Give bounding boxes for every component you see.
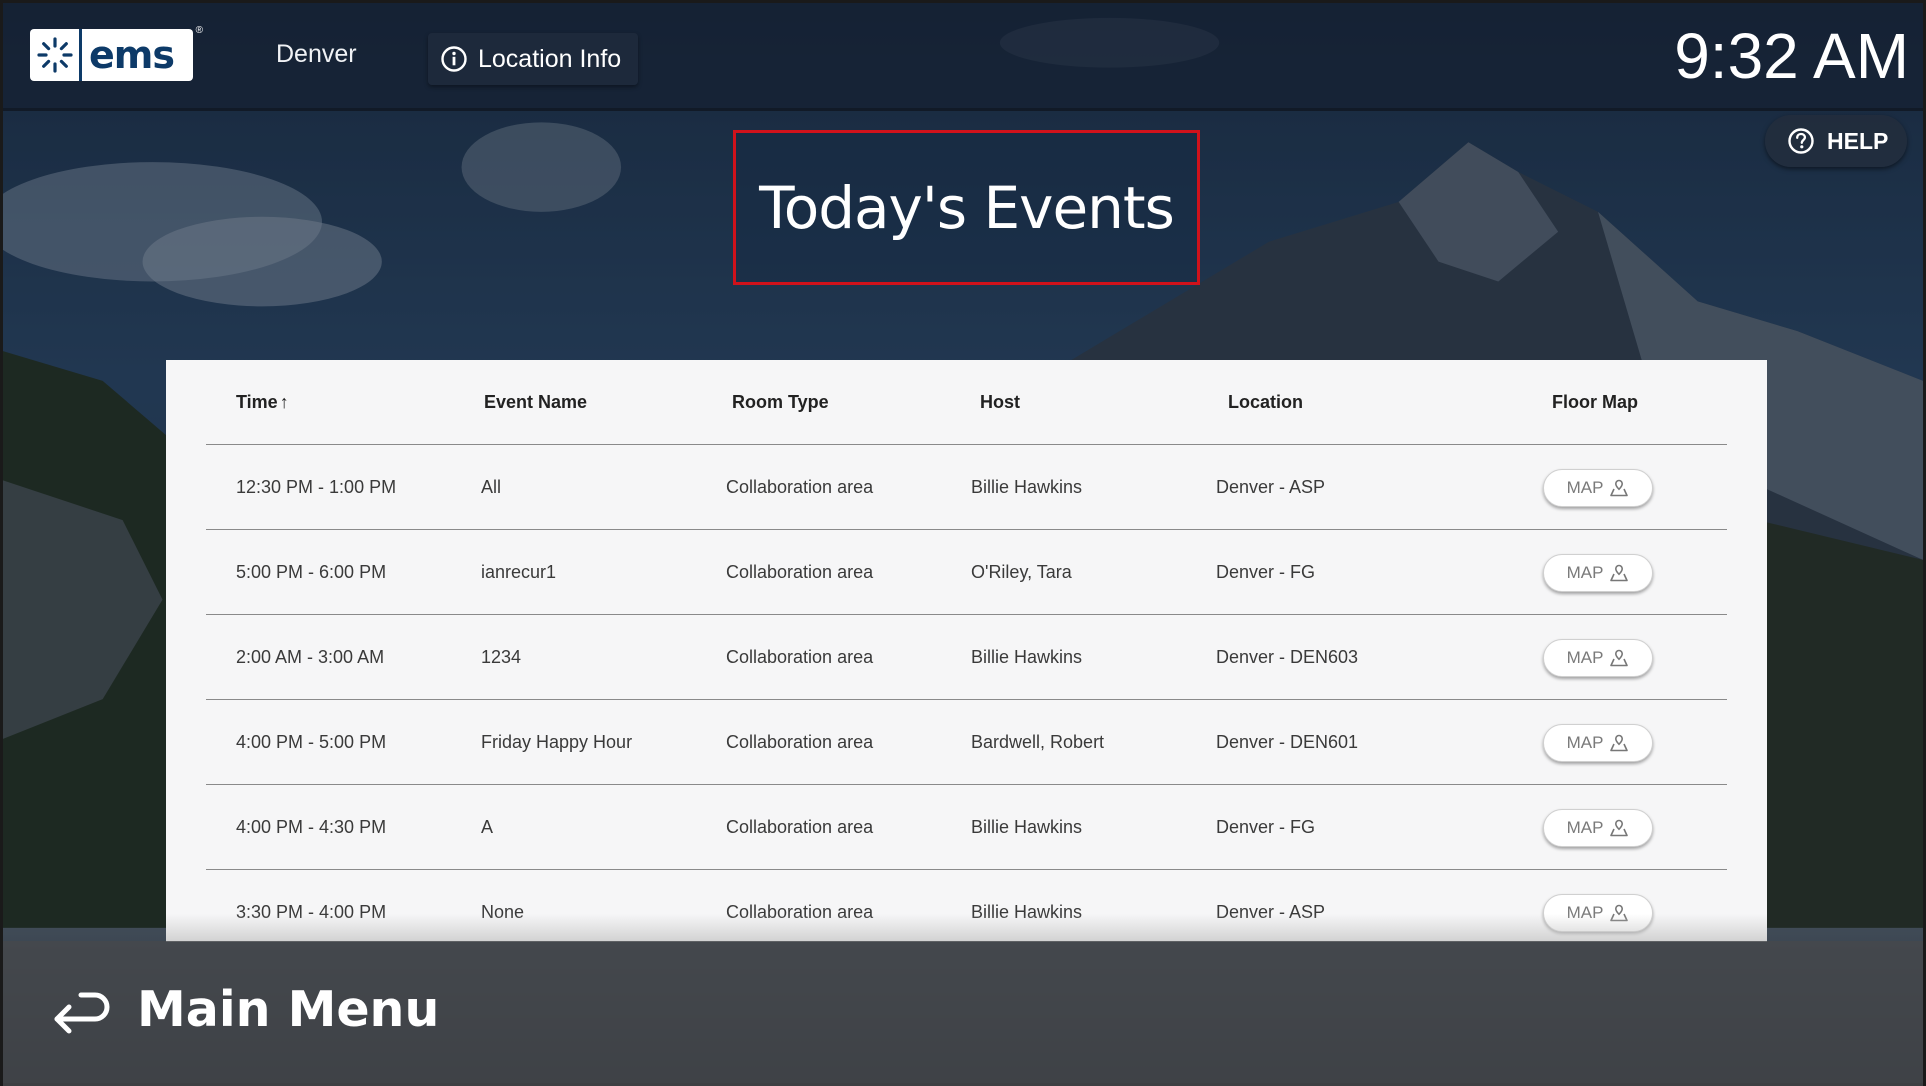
top-bar: ems ® Denver Location Info 9:32 AM — [3, 3, 1923, 111]
cell-time: 4:00 PM - 4:30 PM — [236, 817, 387, 837]
column-header-event-name: Event Name — [484, 392, 588, 412]
events-table: Time ↑ Event Name Room Type Host Location… — [166, 360, 1767, 942]
sort-arrow-icon: ↑ — [279, 392, 289, 412]
help-button[interactable]: HELP — [1765, 115, 1907, 167]
cell-location: Denver - FG — [1216, 562, 1316, 582]
cell-time: 5:00 PM - 6:00 PM — [236, 562, 387, 582]
cell-room-type: Collaboration area — [726, 647, 874, 667]
map-icon — [1610, 479, 1629, 497]
info-icon — [441, 46, 467, 72]
help-icon — [1788, 128, 1814, 154]
cell-host: Billie Hawkins — [971, 647, 1083, 667]
cell-room-type: Collaboration area — [726, 817, 874, 837]
map-button-label: MAP — [1566, 818, 1604, 837]
cell-event-name: Friday Happy Hour — [481, 732, 633, 752]
map-icon — [1610, 649, 1629, 667]
cell-host: Bardwell, Robert — [971, 732, 1105, 752]
map-button-label: MAP — [1566, 563, 1604, 582]
cell-location: Denver - ASP — [1216, 477, 1326, 497]
map-icon — [1610, 734, 1629, 752]
cell-event-name: A — [481, 817, 494, 837]
cell-room-type: Collaboration area — [726, 477, 874, 497]
column-header-location: Location — [1228, 392, 1303, 412]
map-icon — [1610, 564, 1629, 582]
cell-time: 4:00 PM - 5:00 PM — [236, 732, 387, 752]
cell-time: 12:30 PM - 1:00 PM — [236, 477, 397, 497]
table-row: 12:30 PM - 1:00 PM All Collaboration are… — [206, 445, 1727, 530]
map-icon — [1610, 819, 1629, 837]
table-header: Time ↑ Event Name Room Type Host Location… — [206, 360, 1727, 445]
ems-logo: ems ® — [30, 25, 203, 81]
location-info-label: Location Info — [478, 44, 622, 73]
cell-host: O'Riley, Tara — [971, 562, 1072, 582]
ems-logo-icon — [30, 29, 82, 81]
cell-host: Billie Hawkins — [971, 477, 1083, 497]
clock: 9:32 AM — [1674, 20, 1909, 92]
column-header-time[interactable]: Time ↑ — [236, 392, 289, 413]
logo-wordmark: ems — [89, 33, 175, 77]
map-button-label: MAP — [1566, 648, 1604, 667]
column-header-time-label: Time — [236, 392, 278, 412]
cell-event-name: ianrecur1 — [481, 562, 557, 582]
scroll-fade — [166, 914, 1767, 942]
cell-room-type: Collaboration area — [726, 562, 874, 582]
cell-host: Billie Hawkins — [971, 817, 1083, 837]
return-arrow-icon — [54, 992, 110, 1033]
map-button[interactable]: MAP — [1543, 639, 1653, 677]
page-title: Today's Events — [759, 173, 1175, 242]
map-button[interactable]: MAP — [1543, 809, 1653, 847]
cell-event-name: All — [481, 477, 502, 497]
cell-room-type: Collaboration area — [726, 732, 874, 752]
bottom-bar: Main Menu — [3, 941, 1923, 1086]
main-menu-label: Main Menu — [137, 981, 440, 1038]
map-button[interactable]: MAP — [1543, 554, 1653, 592]
cell-location: Denver - FG — [1216, 817, 1316, 837]
column-header-room-type: Room Type — [732, 392, 829, 412]
cell-time: 2:00 AM - 3:00 AM — [236, 647, 385, 667]
map-button[interactable]: MAP — [1543, 469, 1653, 507]
table-row: 2:00 AM - 3:00 AM 1234 Collaboration are… — [206, 615, 1727, 700]
table-row: 4:00 PM - 5:00 PM Friday Happy Hour Coll… — [206, 700, 1727, 785]
column-header-host: Host — [980, 392, 1020, 412]
page-title-box: Today's Events — [733, 130, 1200, 285]
column-header-floor-map: Floor Map — [1552, 392, 1638, 412]
map-button[interactable]: MAP — [1543, 724, 1653, 762]
main-menu-button[interactable]: Main Menu — [51, 981, 439, 1038]
table-row: 4:00 PM - 4:30 PM A Collaboration area B… — [206, 785, 1727, 870]
cell-location: Denver - DEN601 — [1216, 732, 1359, 752]
map-button-label: MAP — [1566, 733, 1604, 752]
map-button-label: MAP — [1566, 478, 1604, 497]
location-name: Denver — [276, 40, 357, 68]
registered-mark: ® — [195, 25, 203, 36]
location-info-button[interactable]: Location Info — [428, 33, 638, 85]
cell-location: Denver - DEN603 — [1216, 647, 1359, 667]
table-row: 5:00 PM - 6:00 PM ianrecur1 Collaboratio… — [206, 530, 1727, 615]
cell-event-name: 1234 — [481, 647, 522, 667]
help-label: HELP — [1827, 127, 1889, 154]
